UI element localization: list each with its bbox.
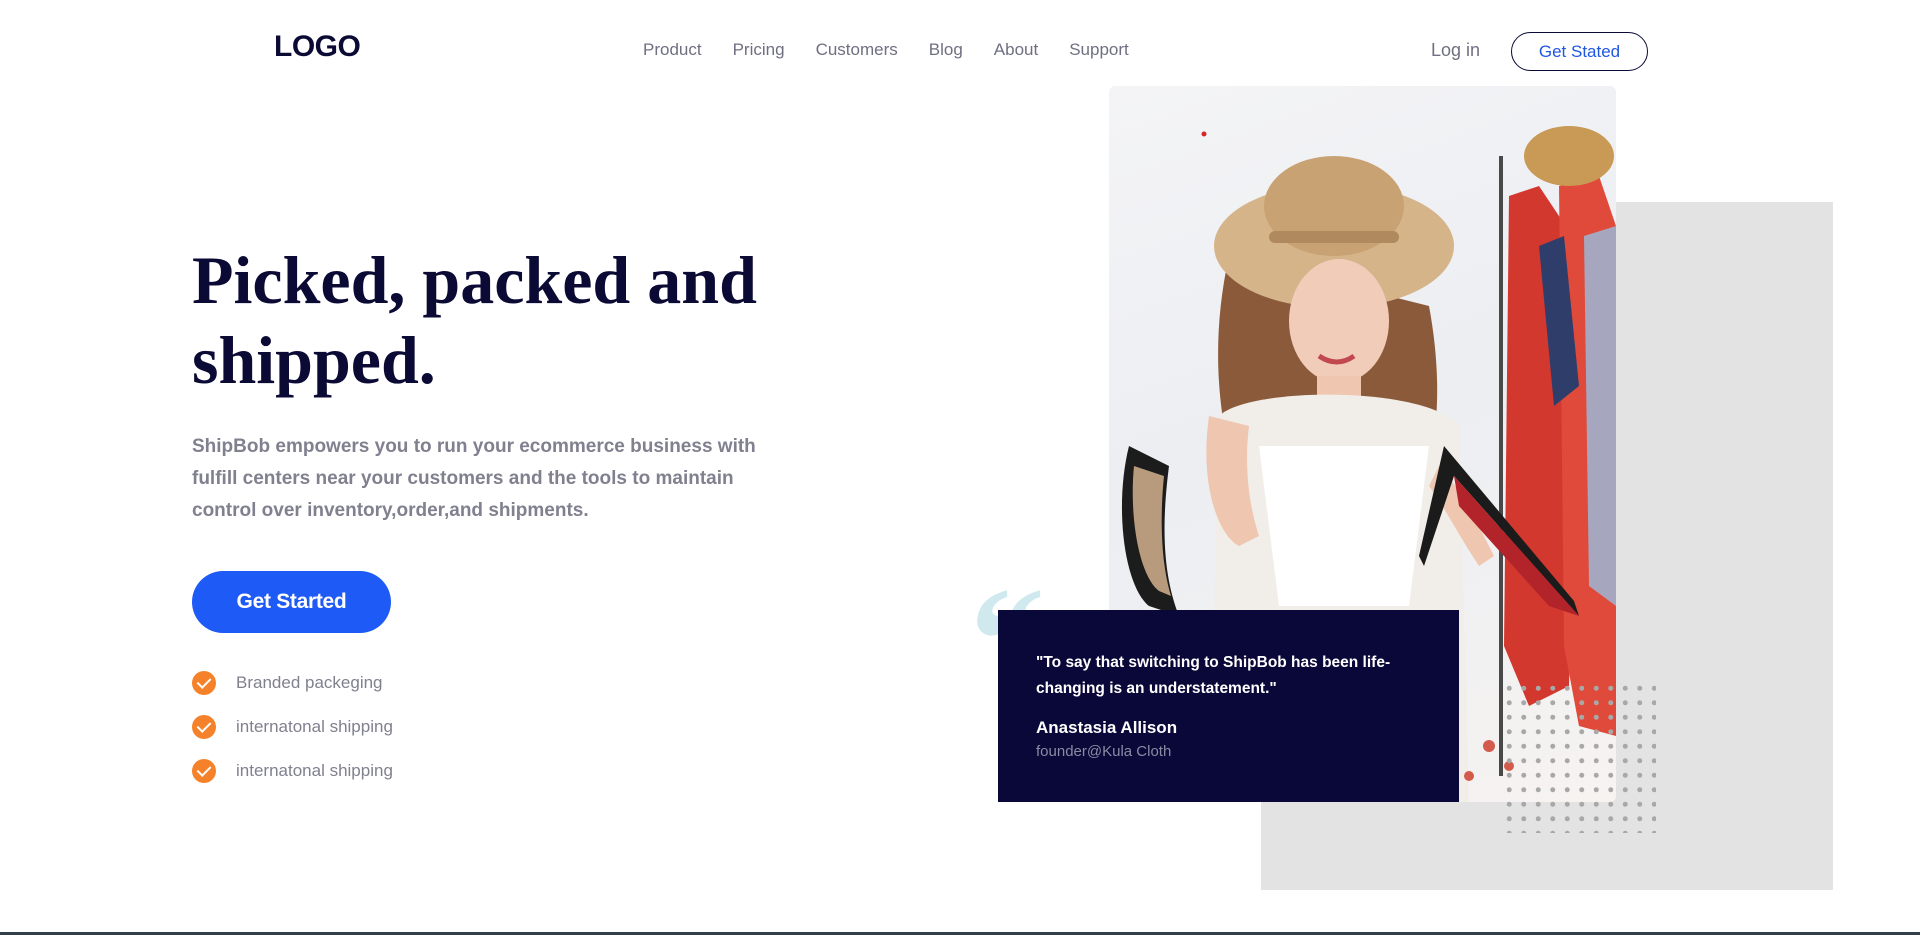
- feature-list: Branded packeging internatonal shipping …: [192, 671, 393, 803]
- login-link[interactable]: Log in: [1431, 40, 1480, 61]
- testimonial-quote: "To say that switching to ShipBob has be…: [1036, 654, 1391, 697]
- nav-pricing[interactable]: Pricing: [733, 40, 785, 60]
- nav-about[interactable]: About: [994, 40, 1038, 60]
- testimonial-card: "To say that switching to ShipBob has be…: [998, 610, 1459, 802]
- check-icon: [192, 759, 216, 783]
- hero-subtitle: ShipBob empowers you to run your ecommer…: [192, 436, 756, 521]
- feature-item: Branded packeging: [192, 671, 393, 695]
- decorative-dot-grid: [1502, 681, 1656, 833]
- hero-headline: Picked, packed and shipped.: [192, 242, 757, 398]
- logo[interactable]: LOGO: [274, 30, 361, 64]
- feature-item: internatonal shipping: [192, 759, 393, 783]
- feature-label: internatonal shipping: [236, 761, 393, 780]
- check-icon: [192, 715, 216, 739]
- main-nav: Product Pricing Customers Blog About Sup…: [643, 40, 1160, 60]
- nav-blog[interactable]: Blog: [929, 40, 963, 60]
- testimonial-role: founder@Kula Cloth: [1036, 743, 1172, 760]
- feature-item: internatonal shipping: [192, 715, 393, 739]
- landing-page: LOGO Product Pricing Customers Blog Abou…: [0, 0, 1920, 935]
- feature-label: Branded packeging: [236, 673, 383, 692]
- testimonial-name: Anastasia Allison: [1036, 718, 1178, 737]
- hero-get-started-button[interactable]: Get Started: [192, 571, 391, 633]
- nav-product[interactable]: Product: [643, 40, 702, 60]
- nav-support[interactable]: Support: [1069, 40, 1129, 60]
- feature-label: internatonal shipping: [236, 717, 393, 736]
- check-icon: [192, 671, 216, 695]
- header-get-started-button[interactable]: Get Stated: [1511, 32, 1648, 71]
- nav-customers[interactable]: Customers: [816, 40, 898, 60]
